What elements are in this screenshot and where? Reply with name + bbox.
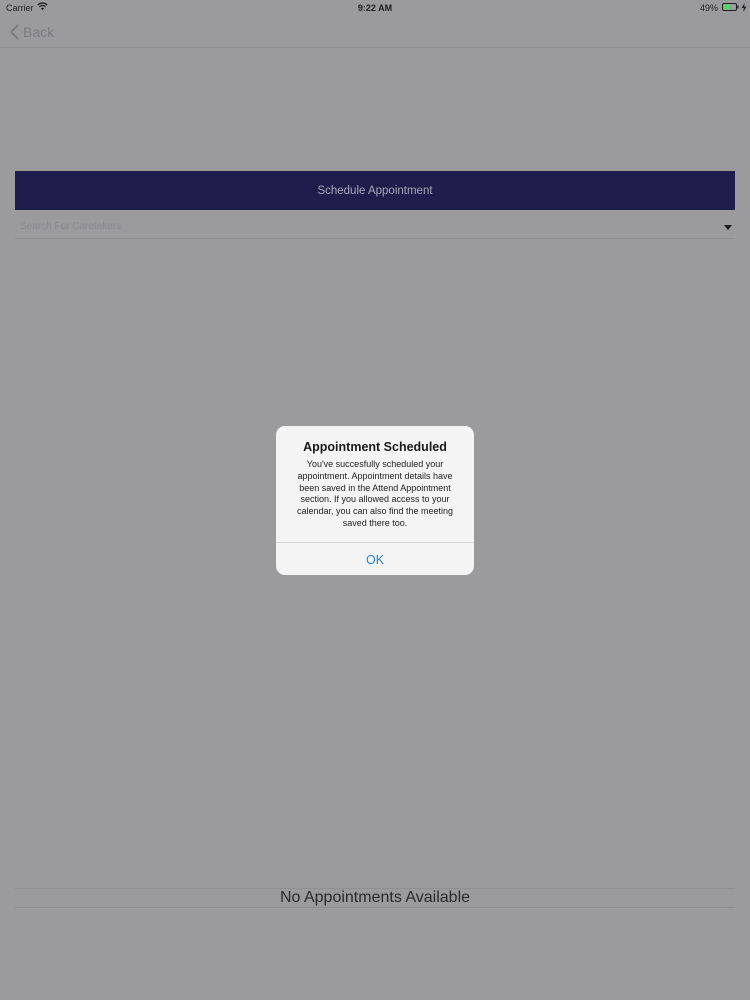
alert-title: Appointment Scheduled [303,440,447,454]
battery-icon [722,3,739,11]
screen: Carrier 9:22 AM 49% Back Schedule Appoin… [0,0,750,1000]
back-button[interactable]: Back [9,22,54,42]
schedule-appointment-label: Schedule Appointment [317,184,433,197]
status-bar: Carrier 9:22 AM 49% [0,0,750,16]
chevron-left-icon [10,24,19,40]
alert-message: You've succesfully scheduled your appoin… [296,459,454,528]
search-placeholder: Search For Caretakers [20,221,122,232]
caretaker-search-dropdown[interactable]: Search For Caretakers [15,217,735,239]
no-appointments-message: No Appointments Available [279,889,471,906]
battery-percent: 49% [699,3,718,13]
charging-bolt-icon [741,3,747,12]
alert-ok-button[interactable]: OK [276,542,474,575]
schedule-appointment-header[interactable]: Schedule Appointment [15,171,735,210]
alert-ok-label: OK [365,552,385,567]
appointment-scheduled-alert: Appointment Scheduled You've succesfully… [276,426,474,575]
clock-time: 9:22 AM [357,3,393,13]
back-label: Back [23,24,55,40]
dropdown-caret-icon [724,225,732,230]
list-divider-bottom [15,907,735,908]
navigation-bar: Back [0,16,750,48]
